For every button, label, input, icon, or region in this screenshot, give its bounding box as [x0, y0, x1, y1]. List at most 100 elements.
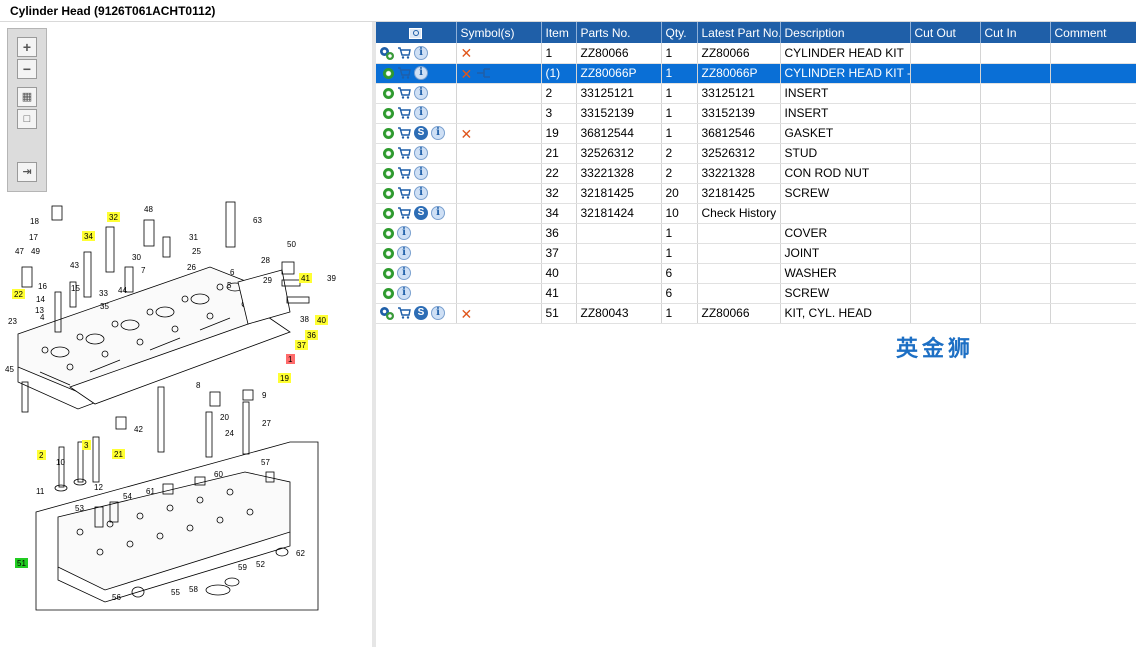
table-row[interactable]: i 36 1 COVER [376, 223, 1136, 244]
column-header-description[interactable]: Description [780, 22, 911, 43]
symbols-cell [456, 103, 542, 124]
info-icon[interactable]: i [397, 286, 411, 301]
fit-view-button[interactable]: ▦ [17, 87, 37, 107]
table-row[interactable]: i ✕ (1) ZZ80066P 1 ZZ80066P CYLINDER HEAD KIT … [376, 63, 1136, 84]
row-action-icons: Si [376, 123, 457, 144]
gear-icon[interactable] [383, 127, 394, 139]
table-row[interactable]: i 22 33221328 2 33221328 CON ROD NUT [376, 163, 1136, 184]
table-row[interactable]: Si ✕ 51 ZZ80043 1 ZZ80066 KIT, CYL. HEAD [376, 303, 1136, 324]
table-row[interactable]: Si 34 32181424 10 Check History [376, 203, 1136, 224]
cart-icon[interactable] [397, 106, 411, 120]
table-row[interactable]: i 21 32526312 2 32526312 STUD [376, 143, 1136, 164]
column-header-tools[interactable] [376, 22, 457, 43]
cut-out-cell [910, 183, 981, 204]
gear-icon[interactable] [383, 167, 394, 179]
supersession-icon[interactable]: S [414, 206, 428, 221]
cart-icon[interactable] [397, 306, 411, 320]
column-header-item[interactable]: Item [541, 22, 577, 43]
gears-icon[interactable] [380, 306, 394, 321]
info-icon[interactable]: i [414, 186, 428, 201]
gear-icon[interactable] [383, 147, 394, 159]
latest-part-no-cell: ZZ80066 [697, 303, 781, 324]
svg-text:22: 22 [14, 290, 23, 299]
svg-text:39: 39 [327, 274, 336, 283]
row-action-icons: i [376, 83, 457, 104]
cart-icon[interactable] [397, 126, 411, 140]
gear-icon[interactable] [383, 107, 394, 119]
cart-icon[interactable] [397, 146, 411, 160]
description-cell: SCREW [780, 283, 911, 304]
column-header-latest-part-no[interactable]: Latest Part No. [697, 22, 781, 43]
column-header-cut-in[interactable]: Cut In [980, 22, 1051, 43]
info-icon[interactable]: i [397, 266, 411, 281]
svg-text:28: 28 [261, 256, 270, 265]
svg-text:63: 63 [253, 216, 262, 225]
gear-icon[interactable] [383, 207, 394, 219]
table-row[interactable]: i 32 32181425 20 32181425 SCREW [376, 183, 1136, 204]
table-row[interactable]: Si ✕ 19 36812544 1 36812546 GASKET [376, 123, 1136, 144]
zoom-out-button[interactable]: − [17, 59, 37, 79]
cart-icon[interactable] [397, 86, 411, 100]
table-row[interactable]: i 3 33152139 1 33152139 INSERT [376, 103, 1136, 124]
table-row[interactable]: i ✕ 1 ZZ80066 1 ZZ80066 CYLINDER HEAD KIT [376, 43, 1136, 64]
info-icon[interactable]: i [397, 226, 411, 241]
zoom-in-button[interactable]: + [17, 37, 37, 57]
info-icon[interactable]: i [414, 86, 428, 101]
svg-text:45: 45 [5, 365, 14, 374]
svg-text:16: 16 [38, 282, 47, 291]
gears-icon[interactable] [380, 46, 394, 61]
info-icon[interactable]: i [414, 166, 428, 181]
actual-size-button[interactable]: □ [17, 109, 37, 129]
info-icon[interactable]: i [414, 146, 428, 161]
info-icon[interactable]: i [431, 206, 445, 221]
cart-icon[interactable] [397, 186, 411, 200]
table-row[interactable]: i 40 6 WASHER [376, 263, 1136, 284]
table-row[interactable]: i 37 1 JOINT [376, 243, 1136, 264]
comment-cell [1050, 263, 1136, 284]
column-header-symbols[interactable]: Symbol(s) [456, 22, 542, 43]
supersession-icon[interactable]: S [414, 126, 428, 141]
gear-icon[interactable] [383, 67, 394, 79]
item-cell: 2 [541, 83, 577, 104]
svg-text:47: 47 [15, 247, 24, 256]
cut-out-cell [910, 303, 981, 324]
svg-text:59: 59 [238, 563, 247, 572]
column-header-qty[interactable]: Qty. [661, 22, 698, 43]
comment-cell [1050, 103, 1136, 124]
info-icon[interactable]: i [431, 126, 445, 141]
latest-part-no-cell: 33152139 [697, 103, 781, 124]
svg-text:43: 43 [70, 261, 79, 270]
gear-icon[interactable] [383, 187, 394, 199]
cart-icon[interactable] [397, 166, 411, 180]
latest-part-no-cell: Check History [697, 203, 781, 224]
svg-text:23: 23 [8, 317, 17, 326]
qty-cell: 1 [661, 103, 698, 124]
cart-icon[interactable] [397, 206, 411, 220]
gear-icon[interactable] [383, 227, 394, 239]
parts-no-cell [576, 263, 662, 284]
column-header-cut-out[interactable]: Cut Out [910, 22, 981, 43]
info-icon[interactable]: i [414, 106, 428, 121]
info-icon[interactable]: i [414, 66, 428, 81]
cart-icon[interactable] [397, 66, 411, 80]
gear-icon[interactable] [383, 87, 394, 99]
exploded-parts-diagram[interactable]: 18 17 49 47 22 23 4 45 48 32 34 16 14 13… [0, 172, 372, 642]
info-icon[interactable]: i [431, 306, 445, 321]
cart-icon[interactable] [397, 46, 411, 60]
supersession-icon[interactable]: S [414, 306, 428, 321]
svg-text:54: 54 [123, 492, 132, 501]
svg-text:29: 29 [263, 276, 272, 285]
column-header-comment[interactable]: Comment [1050, 22, 1136, 43]
gear-icon[interactable] [383, 287, 394, 299]
gear-icon[interactable] [383, 247, 394, 259]
column-header-parts-no[interactable]: Parts No. [576, 22, 662, 43]
svg-text:44: 44 [118, 286, 127, 295]
gear-icon[interactable] [383, 267, 394, 279]
info-icon[interactable]: i [414, 46, 428, 61]
row-action-icons: i [376, 183, 457, 204]
table-row[interactable]: i 41 6 SCREW [376, 283, 1136, 304]
diagram-pane[interactable]: + − ▦ □ ⇥ 18 17 49 47 22 23 4 45 48 32 3… [0, 22, 372, 647]
search-icon[interactable] [409, 27, 423, 39]
info-icon[interactable]: i [397, 246, 411, 261]
table-row[interactable]: i 2 33125121 1 33125121 INSERT [376, 83, 1136, 104]
